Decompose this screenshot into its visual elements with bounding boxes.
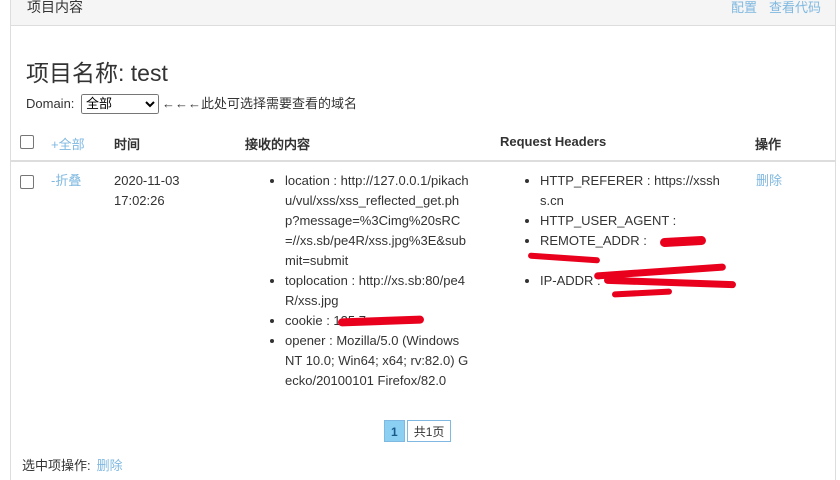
row-clock: 17:02:26 [114, 193, 165, 208]
header-links: 配置 查看代码 [719, 0, 821, 16]
row-checkbox[interactable] [20, 175, 34, 189]
content-column-header: 接收的内容 [245, 137, 311, 152]
content-item-toplocation: toplocation : http://xs.sb:80/pe4R/xss.j… [285, 271, 469, 311]
panel-title: 项目内容 [27, 0, 83, 15]
row-date: 2020-11-03 [114, 173, 180, 188]
domain-filter: Domain: 全部 ←←←此处可选择需要查看的域名 [26, 93, 357, 114]
bulk-delete-button[interactable]: 删除 [97, 458, 123, 473]
page-total: 共1页 [406, 420, 452, 442]
table-header: +全部 时间 接收的内容 Request Headers 操作 [10, 124, 836, 162]
table-row: -折叠 2020-11-03 17:02:26 location : http:… [10, 162, 836, 416]
expand-all-toggle[interactable]: +全部 [51, 134, 85, 153]
content-item-opener: opener : Mozilla/5.0 (Windows NT 10.0; W… [285, 331, 469, 391]
project-title: 项目名称: test [26, 60, 168, 86]
headers-column-header: Request Headers [500, 134, 607, 149]
pagination: 1 共1页 [384, 420, 453, 442]
row-time: 2020-11-03 17:02:26 [114, 171, 180, 211]
domain-hint: ←←←此处可选择需要查看的域名 [162, 96, 358, 111]
bulk-actions: 选中项操作: 删除 [22, 455, 123, 474]
domain-select[interactable]: 全部 [81, 93, 160, 114]
actions-column-header: 操作 [755, 137, 782, 152]
domain-label: Domain: [26, 96, 75, 111]
select-all-checkbox[interactable] [20, 135, 34, 149]
header-item-user-agent: HTTP_USER_AGENT : [540, 211, 724, 231]
received-content: location : http://127.0.0.1/pikachu/vul/… [269, 171, 469, 391]
panel-header: 项目内容 配置 查看代码 [10, 0, 836, 26]
bulk-actions-label: 选中项操作: [22, 458, 91, 473]
delete-row-button[interactable]: 删除 [756, 171, 782, 191]
page-current[interactable]: 1 [384, 420, 405, 442]
content-list: location : http://127.0.0.1/pikachu/vul/… [269, 171, 469, 391]
time-column-header: 时间 [114, 137, 141, 152]
content-item-location: location : http://127.0.0.1/pikachu/vul/… [285, 171, 469, 271]
header-item-referer: HTTP_REFERER : https://xsshs.cn [540, 171, 724, 211]
view-code-link[interactable]: 查看代码 [769, 0, 821, 15]
config-link[interactable]: 配置 [731, 0, 757, 15]
collapse-toggle[interactable]: -折叠 [51, 171, 81, 191]
